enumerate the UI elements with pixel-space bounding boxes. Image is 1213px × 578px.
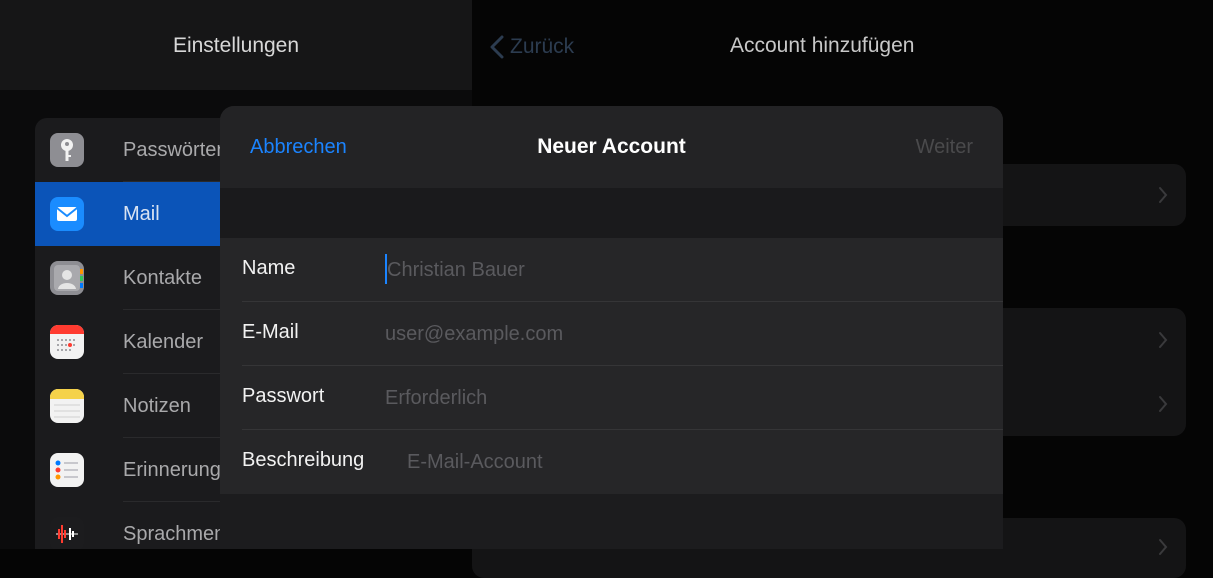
chevron-left-icon [490,35,504,59]
chevron-right-icon[interactable] [1158,395,1168,413]
contacts-icon [50,261,84,295]
name-label: Name [242,257,296,279]
sidebar-title: Einstellungen [172,34,300,57]
mail-icon [50,197,84,231]
name-row: Name [220,238,1003,302]
sheet-nav-bar: Neuer Account Abbrechen Weiter [220,106,1003,188]
sidebar-header: Einstellungen [0,0,472,90]
reminders-icon [50,453,84,487]
calendar-icon [50,325,84,359]
password-row: Passwort [220,366,1003,430]
notes-icon [50,389,84,423]
password-label: Passwort [242,385,325,407]
sidebar-item-label: Kontakte [123,267,202,289]
chevron-right-icon [1159,187,1168,203]
chevron-right-icon[interactable] [1158,331,1168,349]
email-field[interactable] [385,316,945,352]
name-field[interactable] [387,252,947,288]
back-button[interactable]: Zurück [490,30,574,64]
sheet-footer-area [220,494,1003,549]
email-label: E-Mail [242,321,299,343]
back-label: Zurück [510,35,575,58]
email-row: E-Mail [220,302,1003,366]
description-label: Beschreibung [242,449,365,471]
chevron-right-icon [1159,539,1168,555]
new-account-sheet: Neuer Account Abbrechen Weiter Name E-Ma… [220,106,1003,549]
sidebar-item-label: Notizen [123,395,191,417]
sidebar-item-label: Mail [123,203,160,225]
account-form: Name E-Mail Passwort Beschreibung [220,238,1003,494]
description-field[interactable] [407,444,967,480]
sidebar-item-label: Kalender [123,331,204,353]
key-icon [50,133,84,167]
page-title: Account hinzufügen [730,34,915,57]
voice-memos-icon [50,517,84,549]
description-row: Beschreibung [220,430,1003,494]
text-cursor [385,254,387,284]
password-field[interactable] [385,380,945,416]
next-button[interactable]: Weiter [916,136,973,159]
cancel-button[interactable]: Abbrechen [250,136,347,159]
sidebar-item-label: Passwörter [123,139,224,161]
section-spacer [220,188,1003,238]
